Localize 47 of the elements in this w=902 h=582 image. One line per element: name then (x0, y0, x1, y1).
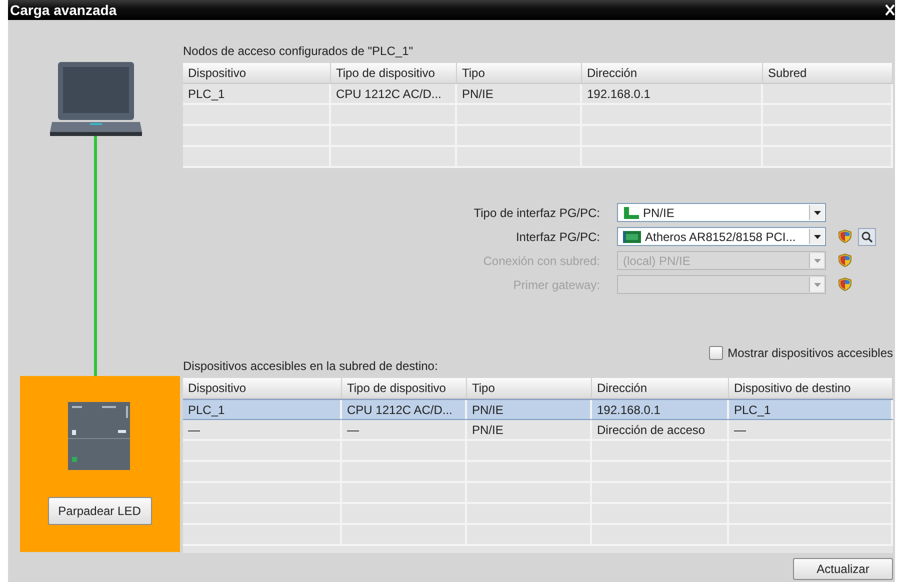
dropdown-field[interactable]: PN/IE (617, 203, 826, 222)
table-cell: — (342, 420, 467, 439)
field-value: Atheros AR8152/8158 PCI... (645, 230, 796, 244)
column-header[interactable]: Tipo de dispositivo (331, 63, 457, 83)
field-value: (local) PN/IE (623, 254, 690, 268)
table-cell: 192.168.0.1 (582, 84, 763, 103)
plc-device-icon (68, 402, 130, 470)
column-header[interactable]: Tipo (457, 63, 582, 83)
field-value: PN/IE (643, 206, 674, 220)
table-cell: CPU 1212C AC/D... (342, 400, 467, 419)
table-cell: PN/IE (467, 420, 592, 439)
dropdown-field[interactable]: Atheros AR8152/8158 PCI... (617, 227, 826, 246)
blink-led-button[interactable]: Parpadear LED (48, 497, 152, 525)
column-header[interactable]: Dispositivo (183, 63, 331, 83)
table-cell: — (183, 420, 342, 439)
table-cell: PLC_1 (183, 84, 331, 103)
column-header[interactable]: Subred (763, 63, 893, 83)
table-row[interactable]: — — PN/IE Dirección de acceso — (183, 420, 893, 441)
table-cell: PN/IE (457, 84, 582, 103)
column-header[interactable]: Dispositivo de destino (729, 378, 893, 398)
field-label: Interfaz PG/PC: (514, 230, 601, 244)
table-row[interactable]: PLC_1 CPU 1212C AC/D... PN/IE 192.168.0.1 PLC_1 (183, 399, 893, 420)
window-title: Carga avanzada (10, 2, 117, 18)
table-cell: PN/IE (467, 400, 592, 419)
section-caption: Dispositivos accesibles en la subred de destino: (183, 359, 438, 373)
table-cell: Dirección de acceso (592, 420, 729, 439)
table-cell: PLC_1 (183, 400, 342, 419)
field-label: Tipo de interfaz PG/PC: (472, 206, 601, 220)
column-header[interactable]: Dirección (582, 63, 763, 83)
column-header[interactable]: Dispositivo (183, 378, 342, 398)
network-icon (623, 206, 639, 218)
checkbox-label: Mostrar dispositivos accesibles (728, 346, 893, 360)
column-header[interactable]: Tipo (467, 378, 592, 398)
table-cell: — (729, 420, 893, 439)
refresh-button[interactable]: Actualizar (793, 558, 893, 580)
network-card-icon (623, 230, 641, 242)
table-cell: 192.168.0.1 (592, 400, 729, 419)
column-header[interactable]: Dirección (592, 378, 729, 398)
checkbox[interactable] (708, 346, 723, 360)
laptop-icon (50, 62, 142, 136)
column-header[interactable]: Tipo de dispositivo (342, 378, 467, 398)
table-cell: CPU 1212C AC/D... (331, 84, 457, 103)
shield-icon[interactable] (838, 229, 852, 244)
table-cell: PLC_1 (729, 400, 893, 419)
close-icon[interactable] (885, 4, 895, 16)
search-button[interactable] (858, 228, 876, 246)
section-caption: Nodos de acceso configurados de "PLC_1" (183, 44, 414, 58)
